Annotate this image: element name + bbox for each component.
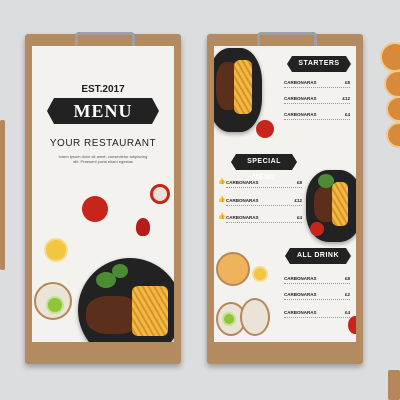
item-divider — [284, 119, 350, 120]
side-bowl-image — [240, 298, 270, 336]
section-title-starters: STARTERS — [287, 56, 351, 72]
drink-bowl-image — [216, 252, 250, 286]
tomato-image — [256, 120, 274, 138]
menu-inner-page: STARTERS CARBONARAS £8 CARBONARAS £12 CA… — [214, 46, 356, 342]
item-price: £12 — [294, 198, 302, 203]
thumbs-up-icon: 👍 — [218, 179, 226, 185]
tomato-image — [82, 196, 108, 222]
item-divider — [226, 222, 302, 223]
item-price: £4 — [344, 310, 350, 315]
item-name: CARBONARAS — [226, 180, 259, 185]
item-divider — [226, 187, 302, 188]
lemon-slice-image — [252, 266, 268, 282]
dried-orange-slice — [380, 42, 400, 72]
item-price: £8 — [296, 180, 302, 185]
restaurant-name: YOUR RESTAURANT — [49, 138, 157, 149]
item-name: CARBONARAS — [284, 276, 317, 281]
established-year: EST.2017 — [81, 84, 125, 95]
lemon-slice-image — [44, 238, 68, 262]
lime-slice-image — [46, 296, 64, 314]
item-price: £12 — [342, 96, 350, 101]
item-divider — [284, 299, 350, 300]
dried-orange-slice — [386, 122, 400, 148]
item-price: £2 — [344, 292, 350, 297]
chili-pepper-image — [136, 218, 150, 236]
item-divider — [226, 205, 302, 206]
section-title-special-menu: SPECIAL MENU — [231, 154, 297, 181]
tomato-slice-image — [150, 184, 170, 204]
herb-garnish-image — [112, 264, 128, 278]
fries-image — [332, 182, 348, 226]
item-divider — [284, 283, 350, 284]
item-divider — [284, 103, 350, 104]
cinnamon-stick — [388, 370, 400, 400]
menu-title-banner: MENU — [47, 98, 159, 124]
fries-image — [234, 60, 252, 114]
herb-garnish-image — [318, 174, 334, 188]
item-divider — [284, 317, 350, 318]
item-name: CARBONARAS — [226, 198, 259, 203]
dried-orange-slice — [386, 96, 400, 122]
mockup-scene: EST.2017 MENU YOUR RESTAURANT lorem ipsu… — [0, 0, 400, 400]
lime-slice-image — [222, 312, 236, 326]
sauce-bowl-image — [310, 222, 324, 236]
tomato-image — [348, 316, 356, 334]
clipboard-right: STARTERS CARBONARAS £8 CARBONARAS £12 CA… — [207, 32, 363, 364]
item-price: £8 — [344, 80, 350, 85]
menu-cover-page: EST.2017 MENU YOUR RESTAURANT lorem ipsu… — [32, 46, 174, 342]
item-price: £4 — [296, 215, 302, 220]
item-name: CARBONARAS — [284, 112, 317, 117]
cinnamon-stick — [0, 120, 5, 270]
item-name: CARBONARAS — [284, 310, 317, 315]
section-title-all-drink: ALL DRINK — [285, 248, 351, 264]
item-price: £4 — [344, 112, 350, 117]
item-name: CARBONARAS — [226, 215, 259, 220]
clipboard-left: EST.2017 MENU YOUR RESTAURANT lorem ipsu… — [25, 32, 181, 364]
item-name: CARBONARAS — [284, 96, 317, 101]
item-divider — [284, 87, 350, 88]
item-price: £8 — [344, 276, 350, 281]
dried-orange-slice — [384, 70, 400, 98]
item-name: CARBONARAS — [284, 292, 317, 297]
item-name: CARBONARAS — [284, 80, 317, 85]
menu-description: lorem ipsum dolor sit amet, consectetur … — [58, 154, 148, 164]
thumbs-up-icon: 👍 — [218, 214, 226, 220]
thumbs-up-icon: 👍 — [218, 197, 226, 203]
fries-image — [132, 286, 168, 336]
